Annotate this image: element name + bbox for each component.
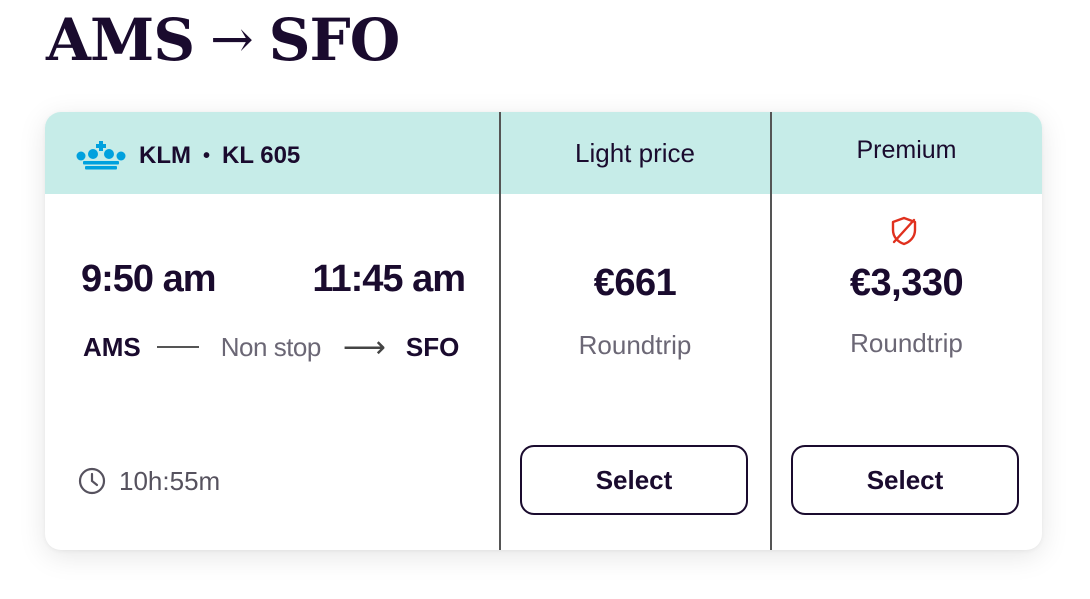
fare-header-premium: Premium [856,136,957,164]
flight-number: KL 605 [222,142,301,169]
airline-separator: • [202,144,210,167]
airline-info: KLM • KL 605 [75,136,300,176]
departure-time: 9:50 am [81,258,217,300]
right-arrow-icon: ⟶ [342,330,386,364]
select-light-button[interactable]: Select [520,445,748,515]
flight-card: KLM • KL 605 Light price Premium 9:50 am… [45,112,1042,550]
arrival-time: 11:45 am [312,258,466,300]
select-premium-button[interactable]: Select [791,445,1019,515]
clock-icon [78,467,106,495]
destination-code: SFO [405,331,460,362]
trip-type-premium: Roundtrip [850,328,963,358]
route-title: AMS → SFO [46,4,401,76]
fare-header-light: Light price [575,138,695,168]
route-origin: AMS [46,6,195,74]
route-line: AMS Non stop ⟶ SFO [83,330,465,364]
airline-name: KLM [139,142,191,169]
origin-code: AMS [83,331,141,362]
fare-price-premium: €3,330 [849,262,964,304]
shield-slash-icon [891,216,917,246]
route-dash [156,346,199,348]
klm-crown-icon [76,141,126,170]
trip-type-light: Roundtrip [578,330,692,360]
route-arrow: → [210,10,254,70]
flight-duration: 10h:55m [77,464,220,498]
fare-price-light: €661 [593,262,677,304]
stops-label: Non stop [220,331,322,362]
route-destination: SFO [268,6,401,74]
duration-label: 10h:55m [119,465,221,496]
